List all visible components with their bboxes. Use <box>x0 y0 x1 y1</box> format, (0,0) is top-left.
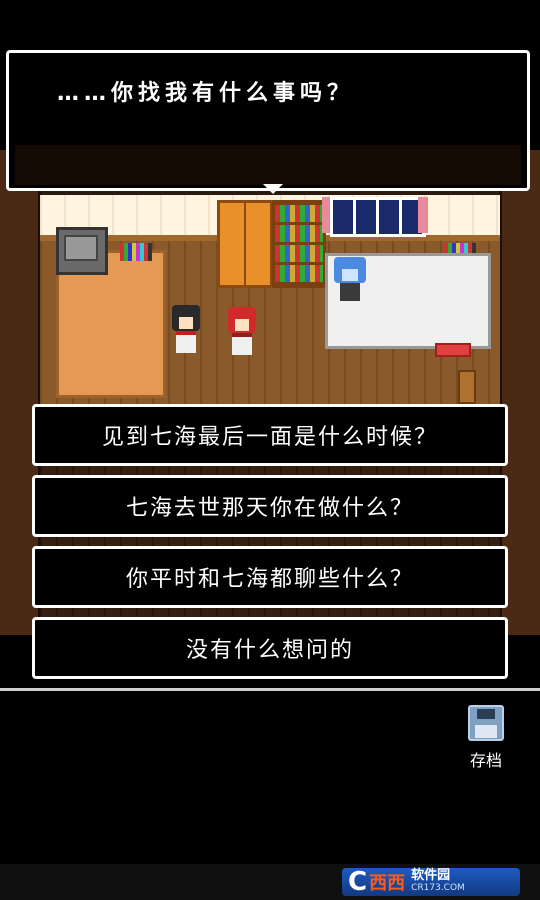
bookcase <box>272 200 326 288</box>
watermark-brand: 西西 <box>369 873 406 894</box>
continue-arrow-icon <box>263 184 283 194</box>
choice-label: 见到七海最后一面是什么时候？ <box>101 425 438 450</box>
watermark-logo: C 西西 软件园 CR173.COM <box>342 868 520 896</box>
chair <box>458 370 476 404</box>
character-red-hair[interactable] <box>224 307 260 355</box>
wall-shelf-left <box>120 243 152 261</box>
watermark-letter: C <box>348 867 368 897</box>
choice-button-4[interactable]: 没有什么想问的 <box>32 617 508 679</box>
choice-label: 你平时和七海都聊些什么？ <box>125 567 414 592</box>
character-black-hair[interactable] <box>168 305 204 353</box>
save-label: 存档 <box>469 751 502 770</box>
watermark-url: CR173.COM <box>411 883 465 893</box>
choice-label: 七海去世那天你在做什么？ <box>125 496 414 521</box>
save-button[interactable]: 存档 <box>462 705 510 771</box>
television <box>56 227 108 275</box>
bottom-divider <box>0 688 540 691</box>
red-cushion <box>435 343 471 357</box>
watermark-name: 软件园 <box>411 868 451 883</box>
choice-button-2[interactable]: 七海去世那天你在做什么？ <box>32 475 508 537</box>
dialogue-text: ……你找我有什么事吗？ <box>57 81 355 106</box>
dialogue-inner-strip <box>15 145 521 185</box>
character-blue-mascot[interactable] <box>332 257 368 303</box>
choice-label: 没有什么想问的 <box>185 638 354 663</box>
choice-button-3[interactable]: 你平时和七海都聊些什么？ <box>32 546 508 608</box>
wardrobe <box>217 200 273 288</box>
floppy-disk-icon <box>468 705 504 741</box>
window <box>330 197 426 237</box>
choice-button-1[interactable]: 见到七海最后一面是什么时候？ <box>32 404 508 466</box>
dialogue-box[interactable]: ……你找我有什么事吗？ <box>6 50 530 194</box>
curtain-right <box>418 197 428 233</box>
